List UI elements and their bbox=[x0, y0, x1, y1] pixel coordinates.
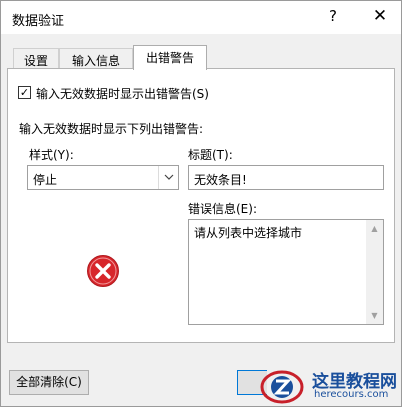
style-dropdown[interactable]: 停止 bbox=[27, 165, 179, 190]
tab-input-message[interactable]: 输入信息 bbox=[59, 48, 133, 69]
error-stop-icon bbox=[86, 254, 120, 288]
section-label: 输入无效数据时显示下列出错警告: bbox=[19, 122, 204, 136]
title-bar: 数据验证 ? ✕ bbox=[1, 1, 401, 34]
watermark-logo bbox=[256, 367, 306, 405]
show-error-alert-checkbox[interactable]: ✓ bbox=[18, 86, 31, 99]
show-error-alert-label[interactable]: 输入无效数据时显示出错警告(S) bbox=[36, 85, 209, 102]
help-icon[interactable]: ? bbox=[323, 7, 343, 27]
watermark: 这里教程网 herecours.com bbox=[250, 365, 401, 407]
scroll-down-icon[interactable]: ▼ bbox=[366, 307, 383, 324]
error-message-label: 错误信息(E): bbox=[188, 202, 257, 216]
dialog-title: 数据验证 bbox=[12, 14, 65, 29]
tab-error-alert[interactable]: 出错警告 bbox=[133, 45, 207, 70]
title-field-value: 无效条目! bbox=[194, 173, 247, 187]
error-message-field[interactable]: 请从列表中选择城市 ▲ ▼ bbox=[188, 219, 384, 325]
style-dropdown-value: 停止 bbox=[33, 173, 58, 187]
close-icon[interactable]: ✕ bbox=[369, 6, 391, 28]
title-field[interactable]: 无效条目! bbox=[188, 165, 384, 190]
scroll-up-icon[interactable]: ▲ bbox=[366, 220, 383, 237]
watermark-url: herecours.com bbox=[314, 389, 389, 400]
clear-all-button[interactable]: 全部清除(C) bbox=[9, 370, 89, 395]
error-message-scrollbar[interactable]: ▲ ▼ bbox=[366, 220, 383, 324]
chevron-down-icon[interactable] bbox=[158, 166, 178, 189]
title-label: 标题(T): bbox=[188, 148, 233, 162]
style-label: 样式(Y): bbox=[29, 148, 74, 162]
tab-settings[interactable]: 设置 bbox=[13, 48, 59, 69]
data-validation-dialog: 数据验证 ? ✕ 设置 输入信息 出错警告 ✓ 输入无效数据时显示出错警告(S)… bbox=[0, 0, 402, 407]
error-message-value: 请从列表中选择城市 bbox=[194, 226, 303, 240]
